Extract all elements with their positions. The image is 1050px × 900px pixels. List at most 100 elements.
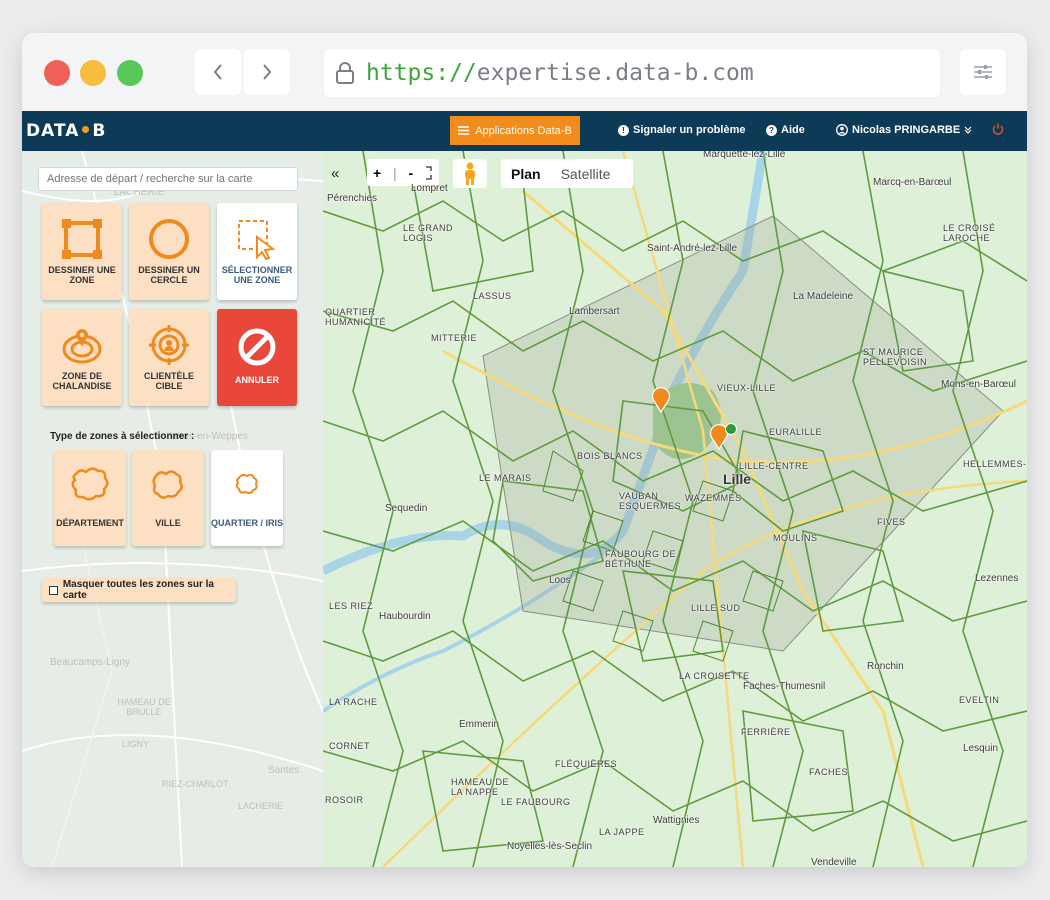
map-place-label: Marquette-lez-Lille: [703, 151, 786, 160]
map-place-label: Lesquin: [963, 743, 999, 754]
logout-button[interactable]: [992, 122, 1004, 138]
district-shape-icon: [235, 473, 258, 495]
city-label: Lille: [723, 471, 752, 487]
maximize-window-button[interactable]: [117, 60, 143, 86]
draw-zone-button[interactable]: DESSINER UNE ZONE: [42, 203, 122, 300]
tool-label: ZONE DE CHALANDISE: [52, 371, 112, 391]
app-header: DATA B Applications Data-B ! Signaler un …: [22, 111, 1027, 151]
bg-place-label: LIGNY: [122, 739, 150, 749]
map-place-label: FACHES: [809, 767, 849, 777]
map-place-label: HAMEAU DE LA NAPPE: [451, 777, 510, 797]
map-place-label: VAUBAN ESQUERMES: [619, 491, 682, 511]
minimize-window-button[interactable]: [80, 60, 106, 86]
map-place-label: Sequedin: [385, 503, 428, 514]
map-place-label: Saint-André-lez-Lille: [647, 243, 738, 254]
zone-type-ville[interactable]: VILLE: [132, 450, 204, 546]
zone-type-label: QUARTIER / IRIS: [211, 518, 284, 528]
map-place-label: Haubourdin: [379, 611, 431, 622]
close-window-button[interactable]: [44, 60, 70, 86]
bg-place-label: LACHERIE: [238, 801, 284, 811]
chevron-left-icon: [213, 64, 222, 80]
address-search-input[interactable]: [38, 167, 298, 191]
map-place-label: La Madeleine: [793, 291, 854, 302]
street-view-pegman[interactable]: [453, 159, 487, 188]
map-place-label: Lezennes: [975, 573, 1019, 584]
map-place-label: FERRIÈRE: [741, 727, 791, 737]
select-zone-button[interactable]: SÉLECTIONNER UNE ZONE: [217, 203, 297, 300]
url-text: https://expertise.data-b.com: [366, 60, 754, 86]
browser-toolbar: https://expertise.data-b.com: [22, 33, 1027, 111]
map-canvas[interactable]: « + | - Plan Satellite Marquette-lez-Lil…: [323, 151, 1027, 867]
address-bar[interactable]: https://expertise.data-b.com: [324, 49, 940, 97]
pegman-icon: [465, 162, 475, 185]
city-shape-icon: [152, 470, 183, 499]
question-icon: ?: [766, 124, 777, 136]
map-marker[interactable]: [651, 387, 671, 418]
map-place-label: ST MAURICE PELLEVOISIN: [863, 347, 928, 367]
map-location-dot[interactable]: [725, 423, 737, 435]
collapse-sidebar-button[interactable]: «: [331, 165, 339, 182]
map-type-satellite-button[interactable]: Satellite: [551, 166, 621, 182]
map-place-label: FAUBOURG DE BÉTHUNE: [605, 549, 677, 569]
map-type-toggle: Plan Satellite: [501, 159, 633, 188]
map-place-label: EURALILLE: [769, 427, 823, 437]
lock-icon: [336, 62, 354, 84]
target-customer-icon: [149, 325, 189, 365]
user-menu[interactable]: Nicolas PRINGARBE: [836, 124, 972, 136]
zone-type-label: VILLE: [155, 518, 181, 528]
hide-zones-checkbox[interactable]: [49, 585, 58, 595]
zoom-in-button[interactable]: +: [373, 165, 381, 181]
map-place-label: LE FAUBOURG: [501, 797, 571, 807]
cancel-button[interactable]: ANNULER: [217, 309, 297, 406]
map-place-label: MITTERIE: [431, 333, 477, 343]
map-place-label: Faches-Thumesnil: [743, 681, 826, 692]
help-link[interactable]: ? Aide: [766, 124, 805, 136]
map-type-plan-button[interactable]: Plan: [501, 166, 551, 182]
map-place-label: VIEUX-LILLE: [717, 383, 777, 393]
report-problem-label: Signaler un problème: [633, 124, 746, 136]
map-place-label: EVELTIN: [959, 695, 1000, 705]
map-place-label: HELLEMMES-LILLE: [963, 459, 1027, 469]
map-place-label: Lambersart: [569, 306, 620, 317]
catchment-zone-button[interactable]: ZONE DE CHALANDISE: [42, 309, 122, 406]
tool-label: DESSINER UNE ZONE: [48, 265, 116, 285]
hide-all-zones-toggle[interactable]: Masquer toutes les zones sur la carte: [42, 578, 236, 602]
tool-label: ANNULER: [235, 375, 279, 385]
draw-circle-button[interactable]: DESSINER UN CERCLE: [129, 203, 209, 300]
exclamation-icon: !: [618, 124, 629, 136]
map-place-label: ROSOIR: [325, 795, 364, 805]
map-place-label: LES RIEZ: [329, 601, 374, 611]
chevron-down-icon: [964, 126, 972, 134]
zone-type-departement[interactable]: DÉPARTEMENT: [54, 450, 126, 546]
zone-type-quartier-iris[interactable]: QUARTIER / IRIS: [211, 450, 283, 546]
forward-button[interactable]: [244, 49, 290, 95]
map-place-label: LE CROISÉ LAROCHE: [943, 223, 996, 243]
tool-label: CLIENTÈLE CIBLE: [143, 371, 194, 391]
map-place-label: Noyelles-lès-Seclin: [507, 841, 593, 852]
app-logo[interactable]: DATA B: [26, 121, 106, 141]
map-place-label: Pérenchies: [327, 193, 378, 204]
map-place-label: LA CROISETTE: [679, 671, 750, 681]
user-name: Nicolas PRINGARBE: [852, 124, 961, 136]
tools-sidebar: LACHERIE ières-en-Weppes Beaucamps-Ligny…: [22, 151, 323, 867]
back-button[interactable]: [195, 49, 241, 95]
map-place-label: MOULINS: [773, 533, 818, 543]
report-problem-link[interactable]: ! Signaler un problème: [618, 124, 745, 136]
applications-button[interactable]: Applications Data-B: [450, 116, 580, 145]
browser-menu-button[interactable]: [960, 49, 1006, 95]
map-place-label: BOIS BLANCS: [577, 451, 643, 461]
fullscreen-icon[interactable]: [425, 165, 433, 180]
map-place-label: QUARTIER HUMANICITÉ: [325, 307, 386, 327]
url-scheme: https://: [366, 60, 477, 86]
zoom-out-button[interactable]: -: [409, 165, 414, 181]
bg-place-label: RIEZ-CHARLOT: [162, 779, 229, 789]
hamburger-icon: [458, 126, 470, 135]
map-place-label: Mons-en-Barœul: [941, 379, 1017, 390]
map-place-label: Emmerin: [459, 719, 500, 730]
map-place-label: FIVES: [877, 517, 906, 527]
user-icon: [836, 124, 848, 136]
target-customer-button[interactable]: CLIENTÈLE CIBLE: [129, 309, 209, 406]
applications-label: Applications Data-B: [475, 124, 572, 137]
browser-window: https://expertise.data-b.com DATA B Appli…: [22, 33, 1027, 867]
map-place-label: CORNET: [329, 741, 370, 751]
